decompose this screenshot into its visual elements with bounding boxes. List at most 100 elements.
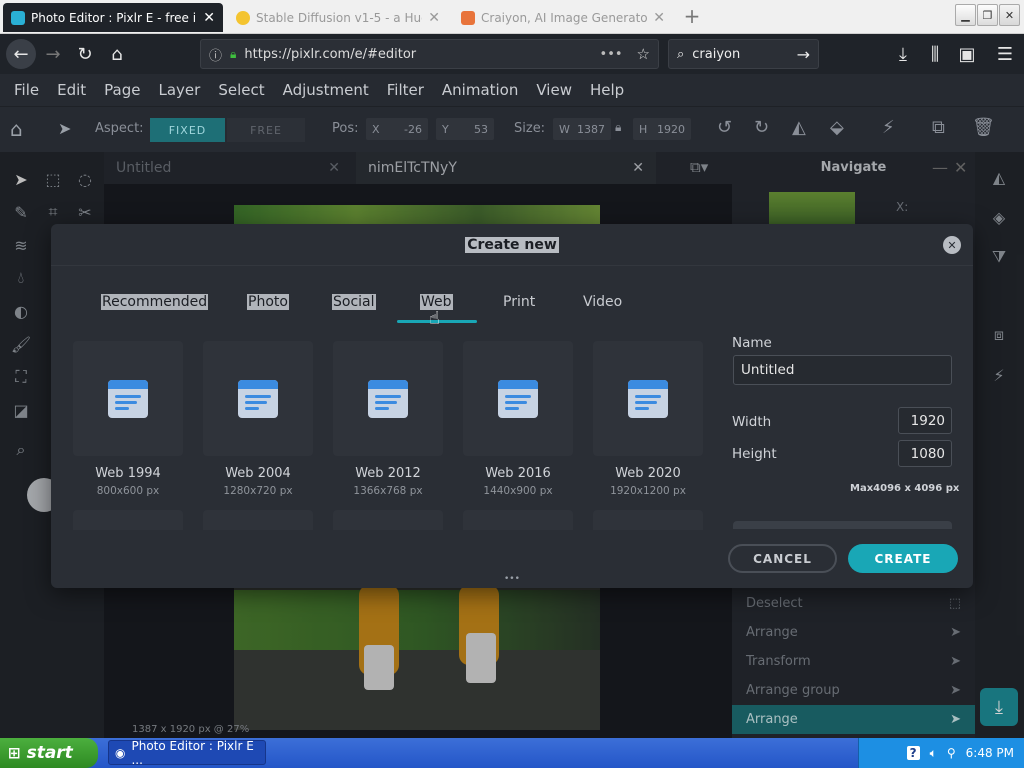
browser-tab-title: Craiyon, AI Image Generator (481, 10, 648, 25)
minimize-window-button[interactable]: ▁ (955, 4, 976, 26)
auto-arrange-icon[interactable]: ⚡ (882, 117, 895, 138)
close-window-button[interactable]: ✕ (999, 4, 1020, 26)
create-button[interactable]: CREATE (848, 544, 958, 573)
library-icon[interactable]: ⫼ (922, 42, 948, 66)
restore-window-button[interactable]: ❐ (977, 4, 998, 26)
drag-handle-icon[interactable]: ••• (504, 574, 520, 584)
menu-filter[interactable]: Filter (387, 81, 424, 99)
browser-toolbar: ← → ↻ ⌂ ⓘ 🔒︎ https://pixlr.com/e/#editor… (0, 34, 1024, 74)
create-new-dialog: Create new ✕ Recommended Photo Social We… (51, 224, 973, 588)
preset-name: Web 2012 (355, 466, 421, 481)
preset-card-web-2004[interactable] (203, 341, 313, 456)
category-tab-print[interactable]: Print (503, 294, 535, 310)
preset-card-partial[interactable] (203, 510, 313, 530)
close-tab-icon[interactable]: ✕ (653, 10, 665, 26)
menu-view[interactable]: View (536, 81, 572, 99)
close-tab-icon[interactable]: ✕ (203, 10, 215, 26)
preset-card-web-2012[interactable] (333, 341, 443, 456)
preset-size: 1366x768 px (353, 485, 423, 497)
new-tab-button[interactable]: + (680, 4, 704, 28)
position-x-field[interactable]: X -26 (366, 118, 428, 140)
rotate-left-icon[interactable]: ↺ (717, 117, 732, 138)
close-dialog-icon[interactable]: ✕ (943, 236, 961, 254)
w-value: 1387 (577, 122, 605, 136)
menu-animation[interactable]: Animation (442, 81, 518, 99)
more-actions-icon[interactable]: ••• (600, 47, 623, 62)
menu-icon[interactable]: ☰ (992, 42, 1018, 66)
taskbar-window-button[interactable]: ◉ Photo Editor : Pixlr E ... (108, 739, 266, 767)
downloads-icon[interactable]: ⤓ (890, 42, 916, 66)
web-document-icon (498, 380, 538, 418)
flip-vertical-icon[interactable]: ⬙ (830, 117, 844, 138)
size-width-field[interactable]: W 1387 (553, 118, 611, 140)
search-go-arrow-icon[interactable]: → (797, 45, 810, 64)
search-bar[interactable]: ⌕ craiyon → (668, 39, 819, 69)
network-icon[interactable]: ⚲ (947, 746, 956, 760)
menu-help[interactable]: Help (590, 81, 624, 99)
lock-ratio-icon[interactable]: 🔒︎ (615, 120, 621, 135)
preset-card-web-2016[interactable] (463, 341, 573, 456)
sidebar-icon[interactable]: ▣ (954, 42, 980, 66)
browser-tab-title: Stable Diffusion v1-5 - a Hugging (256, 10, 422, 25)
reload-icon[interactable]: ↻ (72, 42, 98, 66)
delete-icon[interactable]: 🗑︎ (972, 117, 995, 138)
menu-adjustment[interactable]: Adjustment (283, 81, 369, 99)
preset-name: Web 2020 (615, 466, 681, 481)
rotate-right-icon[interactable]: ↻ (754, 117, 769, 138)
craiyon-favicon-icon (461, 10, 475, 25)
volume-icon[interactable]: 🔈︎ (930, 746, 937, 761)
preset-card-partial[interactable] (333, 510, 443, 530)
url-bar[interactable]: ⓘ 🔒︎ https://pixlr.com/e/#editor ••• ☆ (200, 39, 659, 69)
menu-edit[interactable]: Edit (57, 81, 86, 99)
y-label: Y (442, 122, 449, 136)
size-label: Size: (514, 121, 546, 136)
back-arrow-icon[interactable]: ← (6, 39, 36, 69)
preset-size: 1920x1200 px (610, 485, 686, 497)
preset-card-partial[interactable] (73, 510, 183, 530)
info-icon[interactable]: ⓘ (209, 45, 222, 64)
forward-arrow-icon[interactable]: → (40, 42, 66, 66)
partial-option-row (733, 521, 952, 529)
flip-horizontal-icon[interactable]: ◭ (792, 117, 806, 138)
category-tab-social[interactable]: Social (332, 294, 376, 310)
category-tab-recommended[interactable]: Recommended (101, 294, 209, 310)
windows-taskbar: ⊞ start ◉ Photo Editor : Pixlr E ... ? 🔈… (0, 738, 1024, 768)
aspect-free-button[interactable]: FREE (227, 118, 305, 142)
browser-tab-pixlr[interactable]: Photo Editor : Pixlr E - free image e ✕ (3, 3, 223, 32)
menu-file[interactable]: File (14, 81, 39, 99)
browser-tab-craiyon[interactable]: Craiyon, AI Image Generator ✕ (453, 3, 673, 32)
home-icon[interactable]: ⌂ (104, 42, 130, 66)
clock: 6:48 PM (965, 746, 1014, 760)
height-input[interactable]: 1080 (898, 440, 952, 467)
preset-name: Web 2004 (225, 466, 291, 481)
aspect-fixed-button[interactable]: FIXED (150, 118, 225, 142)
lock-icon: 🔒︎ (230, 46, 237, 61)
position-y-field[interactable]: Y 53 (436, 118, 494, 140)
preset-card-web-2020[interactable] (593, 341, 703, 456)
browser-tab-strip: Photo Editor : Pixlr E - free image e ✕ … (0, 0, 1024, 34)
menu-layer[interactable]: Layer (159, 81, 201, 99)
preset-card-partial[interactable] (593, 510, 703, 530)
dialog-title: Create new (465, 236, 559, 253)
hugging-face-favicon-icon (236, 10, 250, 25)
preset-card-partial[interactable] (463, 510, 573, 530)
menu-page[interactable]: Page (104, 81, 140, 99)
cancel-button[interactable]: CANCEL (728, 544, 837, 573)
width-input[interactable]: 1920 (898, 407, 952, 434)
start-button[interactable]: ⊞ start (0, 738, 98, 768)
duplicate-icon[interactable]: ⧉ (932, 117, 945, 138)
browser-tab-stable-diffusion[interactable]: Stable Diffusion v1-5 - a Hugging ✕ (228, 3, 448, 32)
search-input[interactable]: craiyon (692, 47, 788, 62)
home-icon[interactable]: ⌂ (10, 117, 23, 141)
category-tab-video[interactable]: Video (583, 294, 622, 310)
close-tab-icon[interactable]: ✕ (428, 10, 440, 26)
menu-select[interactable]: Select (218, 81, 264, 99)
category-tab-photo[interactable]: Photo (247, 294, 289, 310)
help-icon[interactable]: ? (906, 746, 920, 760)
preset-card-web-1994[interactable] (73, 341, 183, 456)
size-height-field[interactable]: H 1920 (633, 118, 691, 140)
name-input[interactable]: Untitled (733, 355, 952, 385)
start-label: start (26, 743, 73, 763)
bookmark-star-icon[interactable]: ☆ (637, 45, 650, 63)
max-size-text: Max4096 x 4096 px (850, 483, 960, 494)
